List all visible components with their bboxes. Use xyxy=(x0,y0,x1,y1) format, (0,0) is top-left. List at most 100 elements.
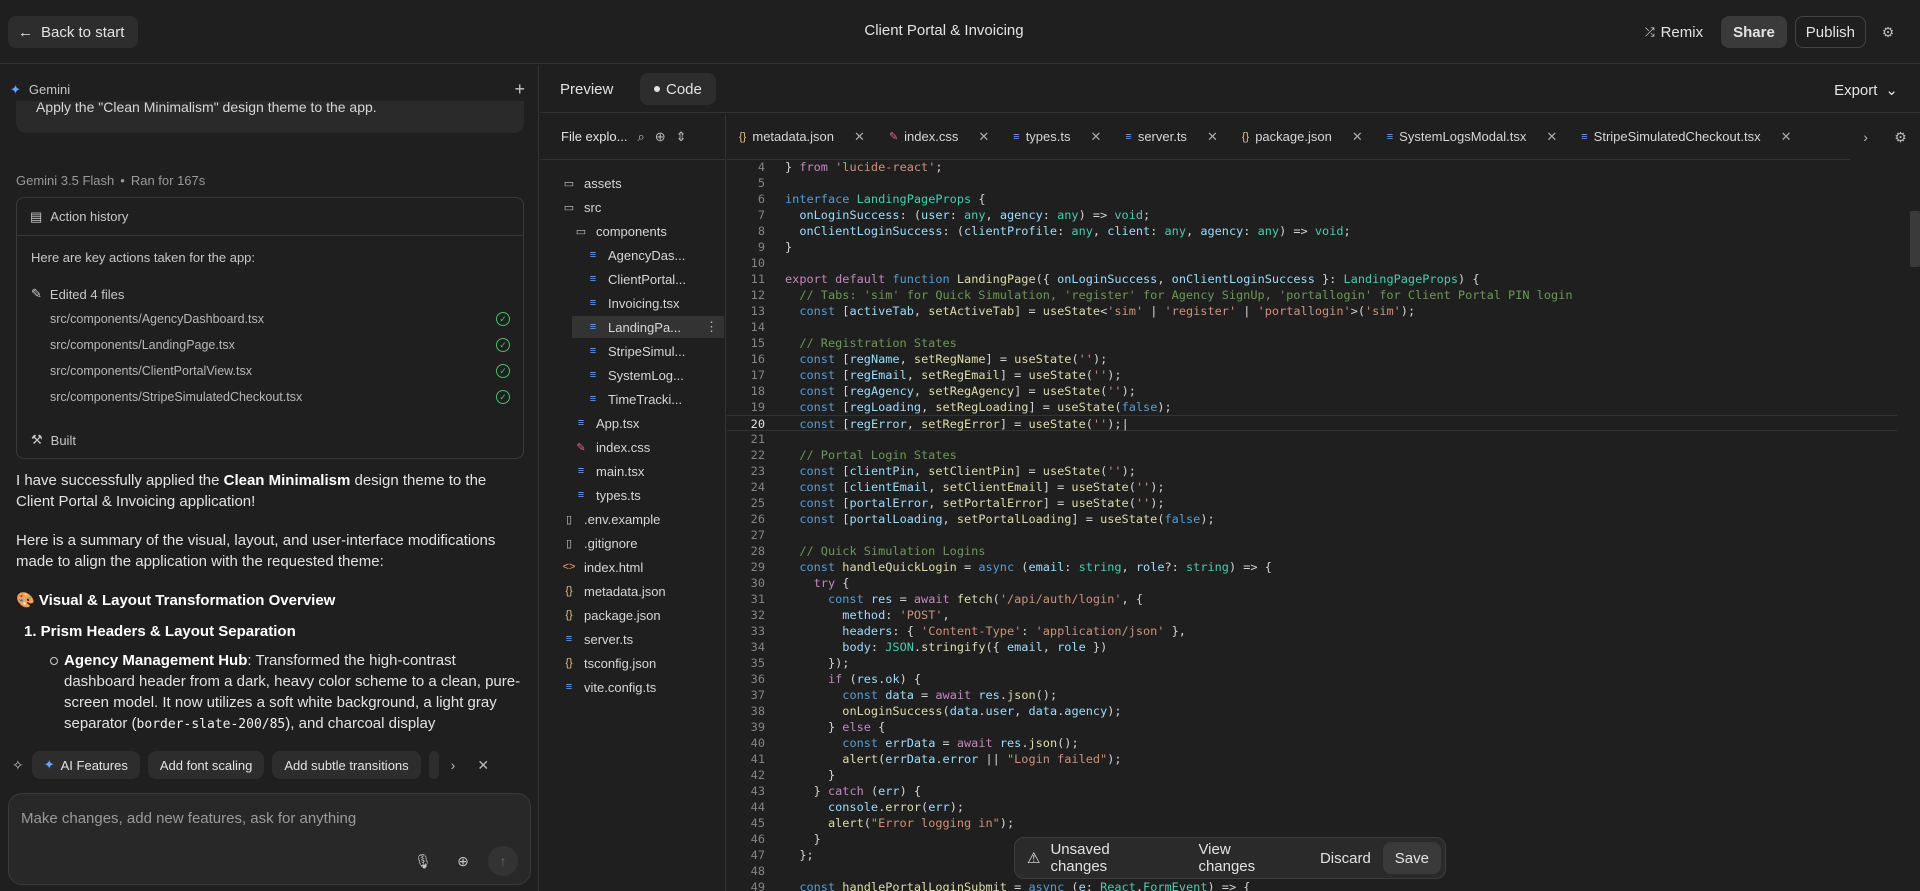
file-tree-label: index.html xyxy=(584,559,644,575)
bullet-bold: Agency Management Hub xyxy=(64,652,248,669)
file-tree-item[interactable]: ▭ assets xyxy=(548,172,724,194)
prompt-composer[interactable]: Make changes, add new features, ask for … xyxy=(8,793,531,885)
file-tree-item[interactable]: <> index.html xyxy=(548,556,724,578)
file-tree-item[interactable]: ≡ LandingPa... ⋮ xyxy=(572,316,724,338)
app-title: Client Portal & Invoicing xyxy=(864,22,1024,39)
chevron-right-icon[interactable]: › xyxy=(451,757,456,773)
code-area[interactable]: 4} from 'lucide-react'; 5 6 interface Landi… xyxy=(727,161,1920,891)
line-number: 19 xyxy=(750,400,765,414)
search-icon[interactable]: ⌕ xyxy=(637,129,644,145)
ts-icon: ≡ xyxy=(1125,130,1132,143)
line-number: 26 xyxy=(750,512,765,526)
ts-icon: ≡ xyxy=(577,465,585,477)
save-button[interactable]: Save xyxy=(1382,842,1441,874)
action-history-header[interactable]: ▤ Action history xyxy=(17,198,523,236)
file-tree-item[interactable]: {} package.json xyxy=(548,604,724,626)
chevron-right-icon[interactable]: › xyxy=(1863,129,1868,145)
export-button[interactable]: Export ⌄ xyxy=(1834,81,1898,100)
css-icon: ✎ xyxy=(888,131,899,143)
file-tree-item[interactable]: ▯ .env.example xyxy=(548,508,724,530)
file-tree-item[interactable]: ≡ ClientPortal... xyxy=(572,268,724,290)
editor-tab[interactable]: {} package.json ✕ xyxy=(1230,114,1375,160)
close-tab-icon[interactable]: ✕ xyxy=(1207,129,1218,145)
editor-tab[interactable]: ≡ types.ts ✕ xyxy=(1001,114,1113,160)
edited-file-row[interactable]: src/components/AgencyDashboard.tsx ✓ xyxy=(50,312,510,326)
edited-file-row[interactable]: src/components/ClientPortalView.tsx ✓ xyxy=(50,364,510,378)
add-circle-icon[interactable]: ⊕ xyxy=(448,846,478,876)
bullet-item: Agency Management Hub: Transformed the h… xyxy=(50,650,521,735)
file-tree-item[interactable]: ≡ Invoicing.tsx xyxy=(572,292,724,314)
code-line: 7 onLoginSuccess: (user: any, agency: an… xyxy=(727,207,1897,223)
line-number: 14 xyxy=(750,320,765,334)
share-label: Share xyxy=(1733,23,1775,41)
file-tree-item[interactable]: ≡ SystemLog... xyxy=(572,364,724,386)
close-tab-icon[interactable]: ✕ xyxy=(1090,129,1101,145)
remix-button[interactable]: ⤮ Remix xyxy=(1635,16,1713,48)
code-line: 8 onClientLoginSuccess: (clientProfile: … xyxy=(727,223,1897,239)
close-tab-icon[interactable]: ✕ xyxy=(854,129,865,145)
line-number: 11 xyxy=(750,272,765,286)
editor-tab[interactable]: ≡ StripeSimulatedCheckout.tsx ✕ xyxy=(1569,114,1803,160)
line-number: 35 xyxy=(750,656,765,670)
close-icon[interactable]: ✕ xyxy=(477,757,489,774)
line-code: } else { xyxy=(827,720,886,734)
file-tree-item[interactable]: ≡ TimeTracki... xyxy=(572,388,724,410)
file-tree-item[interactable]: ▭ src xyxy=(548,196,724,218)
editor-tab[interactable]: ≡ server.ts ✕ xyxy=(1113,114,1229,160)
editor-settings-gear-icon[interactable]: ⚙ xyxy=(1894,129,1907,146)
ts-icon: ≡ xyxy=(577,417,585,429)
file-tree-item[interactable]: ≡ StripeSimul... xyxy=(572,340,724,362)
code-editor: {} metadata.json ✕ ✎ index.css ✕ ≡ types.ts ✕ ≡ se… xyxy=(727,114,1920,891)
share-button[interactable]: Share xyxy=(1721,16,1787,48)
ts-icon: ≡ xyxy=(589,345,597,357)
suggestion-chip-ai-features[interactable]: ✦ AI Features xyxy=(31,751,140,779)
file-tree-item[interactable]: ≡ AgencyDas... xyxy=(572,244,724,266)
line-code: } xyxy=(813,832,821,846)
file-tree-item[interactable]: ▭ components xyxy=(560,220,724,242)
tab-preview[interactable]: Preview xyxy=(546,73,627,105)
line-code: alert("Error logging in"); xyxy=(827,816,1015,830)
new-chat-plus-icon[interactable]: + xyxy=(514,79,525,100)
close-tab-icon[interactable]: ✕ xyxy=(1546,129,1557,145)
tab-code[interactable]: Code xyxy=(640,73,716,105)
editor-tab[interactable]: {} metadata.json ✕ xyxy=(727,114,877,160)
settings-gear-icon[interactable]: ⚙ xyxy=(1874,18,1902,46)
built-status: ⚒ Built xyxy=(31,432,76,448)
discard-button[interactable]: Discard xyxy=(1308,842,1383,874)
file-tree-item[interactable]: ≡ types.ts xyxy=(560,484,724,506)
file-icon: ▯ xyxy=(565,513,573,526)
edited-files-header: ✎ Edited 4 files xyxy=(31,286,124,302)
add-file-icon[interactable]: ⊕ xyxy=(655,129,666,145)
edited-file-row[interactable]: src/components/StripeSimulatedCheckout.t… xyxy=(50,390,510,404)
code-line: 19 const [regLoading, setRegLoading] = u… xyxy=(727,399,1897,415)
close-tab-icon[interactable]: ✕ xyxy=(1352,129,1363,145)
more-options-icon[interactable]: ⋮ xyxy=(705,319,718,335)
collapse-icon[interactable]: ⇕ xyxy=(676,129,687,145)
view-tabs: Preview Code Export ⌄ xyxy=(540,65,1920,113)
file-tree-item[interactable]: {} metadata.json xyxy=(548,580,724,602)
file-tree-item[interactable]: ✎ index.css xyxy=(560,436,724,458)
close-tab-icon[interactable]: ✕ xyxy=(1781,129,1792,145)
file-tree-item[interactable]: ≡ main.tsx xyxy=(560,460,724,482)
view-changes-button[interactable]: View changes xyxy=(1186,841,1302,875)
publish-button[interactable]: Publish xyxy=(1794,16,1866,48)
suggestion-chip-partial[interactable] xyxy=(428,751,439,779)
line-number: 32 xyxy=(750,608,765,622)
file-tree-item[interactable]: ≡ server.ts xyxy=(548,628,724,650)
close-tab-icon[interactable]: ✕ xyxy=(978,129,989,145)
file-tree-item[interactable]: ▯ .gitignore xyxy=(548,532,724,554)
editor-scrollbar[interactable] xyxy=(1910,211,1920,267)
send-arrow-icon[interactable]: ↑ xyxy=(488,846,518,876)
code-line: 42 } xyxy=(727,767,1897,783)
file-tree-item[interactable]: ≡ App.tsx xyxy=(560,412,724,434)
suggestion-chip-font-scaling[interactable]: Add font scaling xyxy=(147,751,265,779)
file-tree-item[interactable]: {} tsconfig.json xyxy=(548,652,724,674)
p1-pre: I have successfully applied the xyxy=(16,472,224,489)
file-tree-item[interactable]: ≡ vite.config.ts xyxy=(548,676,724,698)
suggestion-chip-transitions[interactable]: Add subtle transitions xyxy=(272,751,421,779)
editor-tab[interactable]: ≡ SystemLogsModal.tsx ✕ xyxy=(1375,114,1570,160)
response-paragraph: Here is a summary of the visual, layout,… xyxy=(16,532,496,570)
edited-file-row[interactable]: src/components/LandingPage.tsx ✓ xyxy=(50,338,510,352)
microphone-icon[interactable]: 🎙 xyxy=(408,846,438,876)
editor-tab[interactable]: ✎ index.css ✕ xyxy=(877,114,1001,160)
